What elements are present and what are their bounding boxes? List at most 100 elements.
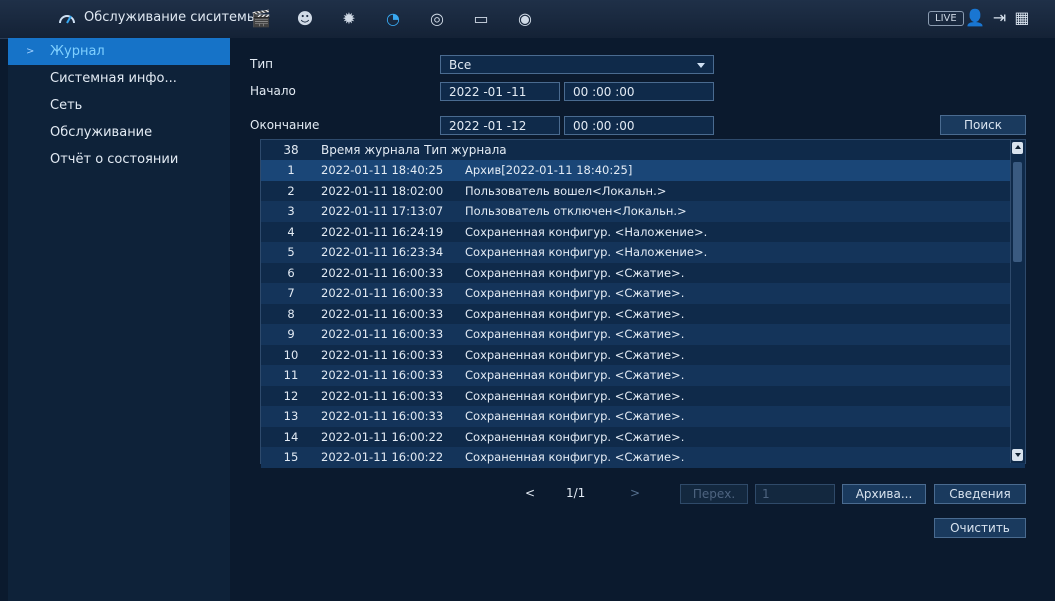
monitor-icon[interactable]: ▭ <box>470 7 492 29</box>
end-label: Окончание <box>250 118 320 132</box>
row-number: 6 <box>287 265 295 280</box>
sidebar-item-network[interactable]: Сеть <box>8 92 230 119</box>
row-type: Пользователь отключен<Локальн.> <box>465 204 687 218</box>
row-type: Пользователь вошел<Локальн.> <box>465 183 667 198</box>
row-number: 4 <box>287 224 295 239</box>
row-type: Сохраненная конфигур. <Сжатие>. <box>465 409 685 423</box>
table-row[interactable]: 7 2022-01-11 16:00:33 Сохраненная конфигур… <box>261 283 1025 304</box>
goto-button[interactable]: Перех. <box>680 484 748 504</box>
table-row[interactable]: 11 2022-01-11 16:00:33 Сохраненная конфигу… <box>261 365 1025 386</box>
row-time: 2022-01-11 16:00:33 <box>321 327 444 341</box>
goto-page-field[interactable]: 1 <box>755 484 835 504</box>
table-row[interactable]: 5 2022-01-11 16:23:34 Сохраненная конфигур… <box>261 242 1025 263</box>
log-table: 38 Время журнала Тип журнала 1 2022-01-11… <box>260 139 1026 468</box>
start-date-field[interactable]: 2022 -01 -11 <box>440 82 560 101</box>
sidebar-item-system-info[interactable]: Системная инфо... <box>8 65 230 92</box>
table-row[interactable]: 2 2022-01-11 18:02:00 Пользователь вошел<Л… <box>261 181 1025 202</box>
archive-button[interactable]: Архива... <box>842 484 926 504</box>
clear-button[interactable]: Очистить <box>934 518 1026 538</box>
type-label: Тип <box>250 57 273 71</box>
page-title: Обслуживание сиситемы <box>84 10 258 25</box>
speaker-icon[interactable]: ◉ <box>514 7 536 29</box>
details-button[interactable]: Сведения <box>934 484 1026 504</box>
row-number: 8 <box>287 306 295 321</box>
table-row[interactable]: 12 2022-01-11 16:00:33 Сохраненная конфигу… <box>261 386 1025 407</box>
scroll-thumb[interactable] <box>1013 162 1022 262</box>
main-content: Тип Все Начало 2022 -01 -11 00 :00 :00 О… <box>230 38 1055 601</box>
face-icon[interactable]: ☻ <box>294 7 316 29</box>
row-time: 2022-01-11 16:23:34 <box>321 245 444 259</box>
col-type-header: Тип журнала <box>424 143 507 157</box>
end-date-field[interactable]: 2022 -01 -12 <box>440 116 560 135</box>
row-type: Сохраненная конфигур. <Сжатие>. <box>465 306 685 321</box>
row-time: 2022-01-11 16:00:22 <box>321 429 444 444</box>
row-time: 2022-01-11 16:00:33 <box>321 409 444 423</box>
sidebar-item-journal[interactable]: > Журнал <box>8 38 230 65</box>
table-row[interactable]: 9 2022-01-11 16:00:33 Сохраненная конфигур… <box>261 324 1025 345</box>
row-type: Сохраненная конфигур. <Наложение>. <box>465 245 708 259</box>
row-number: 5 <box>287 245 295 259</box>
row-number: 10 <box>283 347 299 362</box>
film-icon[interactable]: 🎬 <box>250 7 272 29</box>
next-page-button[interactable]: > <box>630 486 640 500</box>
bulb-icon[interactable]: ✹ <box>338 7 360 29</box>
sidebar-item-maintenance[interactable]: Обслуживание <box>8 119 230 146</box>
row-number: 12 <box>283 388 299 403</box>
type-select-value: Все <box>449 58 472 72</box>
row-type: Сохраненная конфигур. <Сжатие>. <box>465 429 685 444</box>
live-button[interactable]: LIVE <box>928 11 964 26</box>
row-type: Сохраненная конфигур. <Сжатие>. <box>465 327 685 341</box>
row-time: 2022-01-11 16:00:33 <box>321 347 444 362</box>
start-label: Начало <box>250 84 296 98</box>
row-number: 13 <box>283 409 299 423</box>
row-type: Архив[2022-01-11 18:40:25] <box>465 163 633 177</box>
row-number: 1 <box>287 163 295 177</box>
table-row[interactable]: 8 2022-01-11 16:00:33 Сохраненная конфигур… <box>261 304 1025 325</box>
row-time: 2022-01-11 16:00:33 <box>321 368 444 382</box>
table-row[interactable]: 6 2022-01-11 16:00:33 Сохраненная конфигур… <box>261 263 1025 284</box>
row-time: 2022-01-11 16:00:22 <box>321 450 444 464</box>
row-type: Сохраненная конфигур. <Сжатие>. <box>465 450 685 464</box>
start-time-field[interactable]: 00 :00 :00 <box>564 82 714 101</box>
gauge-icon[interactable]: ◔ <box>382 7 404 29</box>
disc-icon[interactable]: ◎ <box>426 7 448 29</box>
user-icon[interactable]: 👤 <box>965 8 985 27</box>
table-row[interactable]: 15 2022-01-11 16:00:22 Сохраненная конфигу… <box>261 447 1025 468</box>
row-time: 2022-01-11 17:13:07 <box>321 204 444 218</box>
row-number: 15 <box>283 450 299 464</box>
table-row[interactable]: 14 2022-01-11 16:00:22 Сохраненная конфигу… <box>261 427 1025 448</box>
scrollbar[interactable] <box>1010 140 1025 463</box>
table-header: 38 Время журнала Тип журнала <box>261 140 1025 160</box>
gauge-icon <box>59 14 75 23</box>
page-indicator: 1/1 <box>566 486 586 500</box>
col-time-header: Время журнала <box>321 143 421 157</box>
chevron-down-icon <box>697 63 705 68</box>
table-row[interactable]: 4 2022-01-11 16:24:19 Сохраненная конфигур… <box>261 222 1025 243</box>
record-count: 38 <box>283 143 299 157</box>
table-row[interactable]: 3 2022-01-11 17:13:07 Пользователь отключе… <box>261 201 1025 222</box>
search-button[interactable]: Поиск <box>940 115 1026 135</box>
row-time: 2022-01-11 16:24:19 <box>321 224 444 239</box>
qr-icon[interactable]: ▦ <box>1014 8 1029 27</box>
sidebar-item-label: Системная инфо... <box>50 71 177 86</box>
row-time: 2022-01-11 16:00:33 <box>321 286 444 300</box>
table-row[interactable]: 13 2022-01-11 16:00:33 Сохраненная конфигу… <box>261 406 1025 427</box>
table-row[interactable]: 1 2022-01-11 18:40:25 Архив[2022-01-11 18:… <box>261 160 1025 181</box>
table-row[interactable]: 10 2022-01-11 16:00:33 Сохраненная конфигу… <box>261 345 1025 366</box>
row-number: 2 <box>287 183 295 198</box>
row-type: Сохраненная конфигур. <Сжатие>. <box>465 368 685 382</box>
type-select[interactable]: Все <box>440 55 714 74</box>
top-bar: Обслуживание сиситемы 🎬 ☻ ✹ ◔ ◎ ▭ ◉ LIVE… <box>0 0 1055 39</box>
end-time-field[interactable]: 00 :00 :00 <box>564 116 714 135</box>
scroll-down-icon[interactable] <box>1012 449 1023 461</box>
prev-page-button[interactable]: < <box>525 486 535 500</box>
sidebar-item-label: Отчёт о состоянии <box>50 152 179 167</box>
row-number: 11 <box>283 368 299 382</box>
page-title-area: Обслуживание сиситемы <box>58 10 257 25</box>
row-number: 9 <box>287 327 295 341</box>
scroll-up-icon[interactable] <box>1012 142 1023 154</box>
chevron-right-icon: > <box>26 46 35 57</box>
sidebar-item-status-report[interactable]: Отчёт о состоянии <box>8 146 230 173</box>
row-number: 3 <box>287 204 295 218</box>
logout-icon[interactable]: ⇥ <box>993 8 1006 27</box>
